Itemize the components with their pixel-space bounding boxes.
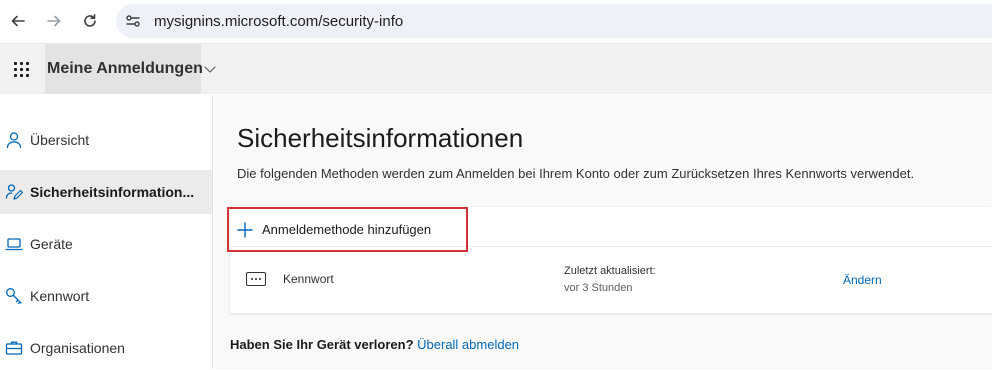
key-icon (5, 287, 23, 305)
arrow-left-icon (11, 15, 25, 27)
add-method-label: Anmeldemethode hinzufügen (262, 222, 432, 237)
sidebar-item-devices[interactable]: Geräte (0, 222, 212, 266)
methods-card: Anmeldemethode hinzufügen Kennwort Zulet… (227, 207, 992, 313)
back-button[interactable] (5, 8, 31, 34)
waffle-icon (13, 61, 29, 77)
security-info-icon (5, 183, 23, 201)
arrow-right-icon (47, 15, 61, 27)
method-row-password: Kennwort Zuletzt aktualisiert: vor 3 Stu… (230, 247, 992, 313)
app-title: Meine Anmeldungen (47, 60, 203, 77)
last-updated-label: Zuletzt aktualisiert: (564, 265, 656, 277)
change-password-link[interactable]: Ändern (843, 273, 882, 287)
app-title-button[interactable]: Meine Anmeldungen (45, 44, 203, 94)
add-method-button[interactable]: Anmeldemethode hinzufügen (227, 207, 468, 252)
chevron-down-icon[interactable] (203, 62, 217, 76)
site-settings-icon[interactable] (116, 4, 150, 38)
reload-icon (84, 14, 96, 27)
person-icon (5, 131, 23, 149)
sidebar-item-label: Organisationen (30, 340, 125, 356)
sidebar-item-organizations[interactable]: Organisationen (0, 326, 212, 370)
sidebar-item-label: Sicherheitsinformation... (30, 184, 195, 200)
sidebar-nav: Übersicht Sicherheitsinformation... Gerä… (0, 95, 213, 369)
address-bar[interactable]: mysignins.microsoft.com/security-info (116, 4, 992, 38)
add-method-row: Anmeldemethode hinzufügen (227, 207, 992, 252)
main-content: Sicherheitsinformationen Die folgenden M… (214, 95, 992, 369)
page-title: Sicherheitsinformationen (237, 123, 524, 153)
sidebar-item-label: Kennwort (30, 288, 90, 304)
last-updated-value: vor 3 Stunden (564, 282, 633, 294)
app-launcher-button[interactable] (0, 44, 42, 94)
sign-out-everywhere-link[interactable]: Überall abmelden (417, 337, 519, 352)
laptop-icon (5, 235, 23, 253)
sidebar-item-overview[interactable]: Übersicht (0, 118, 212, 162)
method-name: Kennwort (283, 272, 334, 286)
sidebar-item-security-info[interactable]: Sicherheitsinformation... (0, 170, 212, 214)
page-description: Die folgenden Methoden werden zum Anmeld… (237, 166, 915, 181)
lost-device-question: Haben Sie Ihr Gerät verloren? (230, 337, 414, 352)
forward-button[interactable] (41, 8, 67, 34)
lost-device-row: Haben Sie Ihr Gerät verloren? Überall ab… (230, 337, 519, 352)
browser-toolbar: mysignins.microsoft.com/security-info (0, 0, 992, 44)
sidebar-item-label: Übersicht (30, 132, 90, 148)
reload-button[interactable] (77, 8, 103, 34)
app-header: Meine Anmeldungen (0, 44, 992, 94)
plus-icon (237, 221, 253, 238)
sidebar-item-label: Geräte (30, 236, 73, 252)
password-dots-icon (246, 272, 266, 286)
briefcase-icon (5, 339, 23, 357)
url-text[interactable]: mysignins.microsoft.com/security-info (154, 13, 403, 30)
sidebar-item-password[interactable]: Kennwort (0, 274, 212, 318)
